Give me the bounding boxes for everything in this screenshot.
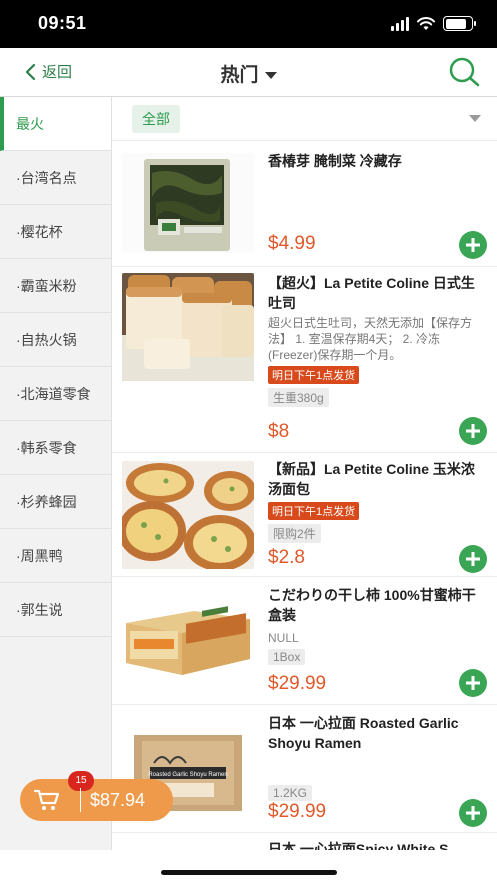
product-price: $2.8 <box>268 547 305 568</box>
sidebar-item-zhou-hei-ya[interactable]: ·周黑鸭 <box>0 529 111 583</box>
home-indicator-area <box>0 850 497 883</box>
cart-button[interactable]: 15 $87.94 <box>20 771 173 821</box>
category-sidebar: 最火 ·台湾名点 ·樱花杯 ·霸蛮米粉 ·自热火锅 ·北海道零食 ·韩系零食 ·… <box>0 97 112 850</box>
product-spec: 限购2件 <box>268 524 321 543</box>
sidebar-item-korean-snacks[interactable]: ·韩系零食 <box>0 421 111 475</box>
product-title[interactable]: 日本 一心拉面Spicy White S <box>268 839 487 850</box>
product-title[interactable]: 【超火】La Petite Coline 日式生吐司 <box>268 273 487 313</box>
page-title: 热门 <box>220 65 259 86</box>
product-image-dried-persimmon-box[interactable] <box>122 595 254 681</box>
product-item[interactable]: 【新品】La Petite Coline 玉米浓汤面包 明日下午1点发货 限购2… <box>112 453 497 577</box>
product-price: $4.99 <box>268 233 316 254</box>
status-bar: 09:51 <box>0 0 497 48</box>
shipping-badge: 明日下午1点发货 <box>268 366 360 384</box>
product-title[interactable]: 【新品】La Petite Coline 玉米浓汤面包 <box>268 459 487 499</box>
product-item[interactable]: 日本 一心拉面Spicy White S <box>112 833 497 850</box>
status-icons <box>391 16 476 31</box>
shipping-badge: 明日下午1点发货 <box>268 502 360 520</box>
status-time: 09:51 <box>38 13 87 33</box>
add-to-cart-button[interactable] <box>459 799 487 827</box>
product-spec: 1.2KG <box>268 785 313 801</box>
sidebar-item-self-heating-hotpot[interactable]: ·自热火锅 <box>0 313 111 367</box>
product-item[interactable]: こだわりの干し柿 100%甘蜜柿干 盒装 NULL 1Box $29.99 <box>112 577 497 705</box>
sidebar-item-sakura-cup[interactable]: ·樱花杯 <box>0 205 111 259</box>
product-price: $29.99 <box>268 801 327 822</box>
product-description: 超火日式生吐司，天然无添加【保存方法】 1. 室温保存期4天； 2. 冷冻(Fr… <box>268 316 473 362</box>
product-list-area: 全部 香椿芽 腌制菜 冷藏存 $4.99 【超火】La Petite Colin… <box>112 97 497 850</box>
category-title-dropdown[interactable]: 热门 <box>0 60 497 87</box>
sidebar-item-sugi-bee-garden[interactable]: ·杉养蜂园 <box>0 475 111 529</box>
nav-bar: 返回 热门 <box>0 48 497 97</box>
home-indicator[interactable] <box>161 870 337 875</box>
wifi-icon <box>417 16 435 30</box>
add-to-cart-button[interactable] <box>459 417 487 445</box>
battery-icon <box>443 16 476 31</box>
add-to-cart-button[interactable] <box>459 231 487 259</box>
sidebar-item-guo-sheng-shuo[interactable]: ·郭生说 <box>0 583 111 637</box>
product-image-shokupan[interactable] <box>122 273 254 381</box>
filter-all-tag[interactable]: 全部 <box>132 105 180 133</box>
product-image-corn-bread[interactable] <box>122 461 254 569</box>
sidebar-item-hokkaido-snacks[interactable]: ·北海道零食 <box>0 367 111 421</box>
filter-bar: 全部 <box>112 97 497 141</box>
product-spec: 1Box <box>268 649 306 665</box>
sidebar-item-taiwan-snacks[interactable]: ·台湾名点 <box>0 151 111 205</box>
cart-count-badge: 15 <box>68 771 94 791</box>
product-image-pickled-toon[interactable] <box>122 153 254 253</box>
add-to-cart-button[interactable] <box>459 669 487 697</box>
cart-total: $87.94 <box>90 790 146 810</box>
ramen-package-print: Roasted Garlic Shoyu Ramen <box>148 772 227 778</box>
product-item[interactable]: 【超火】La Petite Coline 日式生吐司 超火日式生吐司，天然无添加… <box>112 267 497 453</box>
product-title[interactable]: 日本 一心拉面 Roasted Garlic Shoyu Ramen <box>268 713 487 753</box>
shopping-cart-icon <box>34 789 60 810</box>
sidebar-item-hottest[interactable]: 最火 <box>0 97 111 151</box>
product-item[interactable]: 香椿芽 腌制菜 冷藏存 $4.99 <box>112 141 497 267</box>
product-price: $29.99 <box>268 673 327 694</box>
cellular-signal-icon <box>391 16 409 31</box>
add-to-cart-button[interactable] <box>459 545 487 573</box>
product-title[interactable]: 香椿芽 腌制菜 冷藏存 <box>268 151 487 171</box>
cart-divider <box>80 788 81 812</box>
filter-expand-icon[interactable] <box>469 115 481 122</box>
sidebar-item-baman-rice-noodles[interactable]: ·霸蛮米粉 <box>0 259 111 313</box>
product-item[interactable]: Roasted Garlic Shoyu Ramen 日本 一心拉面 Roast… <box>112 705 497 833</box>
caret-down-icon <box>264 72 277 80</box>
product-title[interactable]: こだわりの干し柿 100%甘蜜柿干 盒装 <box>268 585 487 625</box>
search-icon[interactable] <box>447 56 481 88</box>
product-subtitle: NULL <box>268 631 299 645</box>
product-price: $8 <box>268 421 290 442</box>
product-spec: 生重380g <box>268 388 329 407</box>
